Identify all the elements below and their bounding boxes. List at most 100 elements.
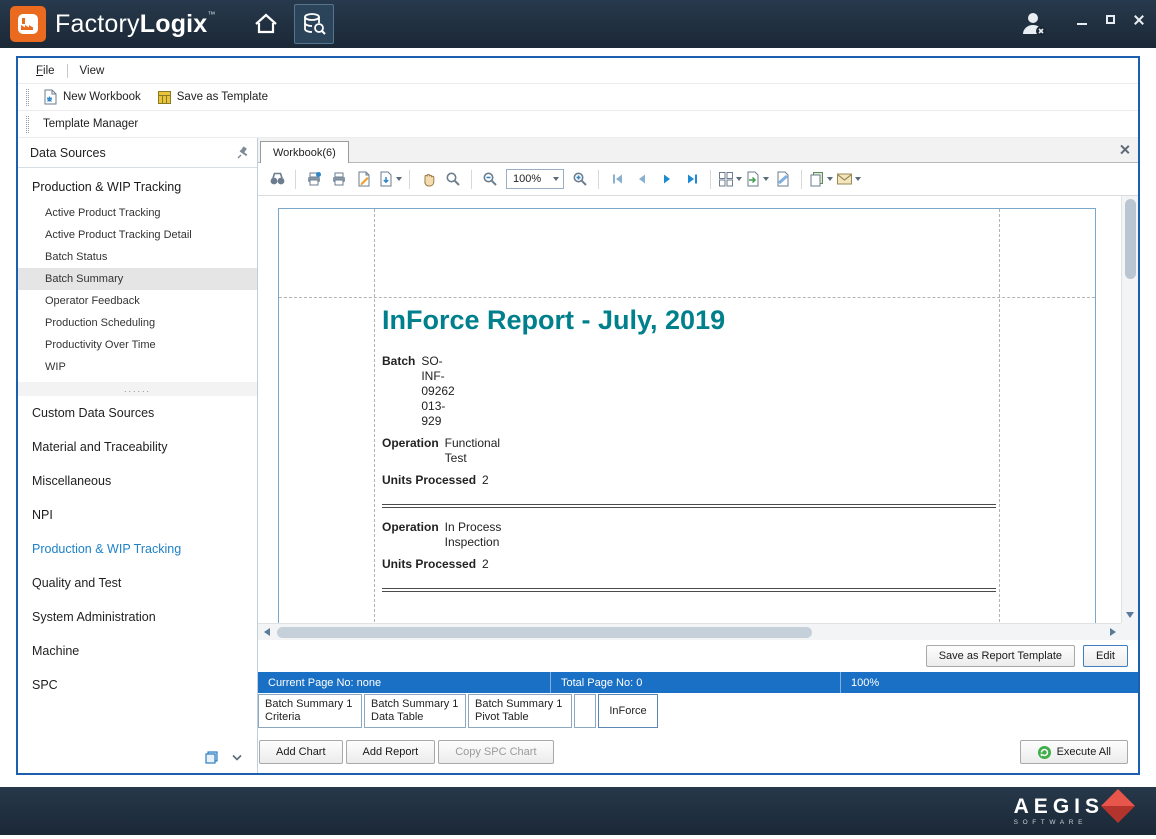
sidebar-category-machine[interactable]: Machine xyxy=(18,634,257,668)
data-sources-title: Data Sources xyxy=(30,146,106,160)
report-title: InForce Report - July, 2019 xyxy=(382,305,996,336)
next-page-button[interactable] xyxy=(656,168,678,190)
template-manager-button[interactable]: Template Manager xyxy=(35,116,146,132)
field-label: Batch xyxy=(382,354,415,429)
sidebar-item-batch-summary[interactable]: Batch Summary xyxy=(18,268,257,290)
export-document-icon xyxy=(745,171,761,187)
zoom-level-select[interactable]: 100% xyxy=(506,169,564,189)
report-field-row: Batch SO- INF- 09262 013- 929 xyxy=(382,354,996,429)
save-as-template-icon xyxy=(157,90,172,105)
preview-vertical-scrollbar[interactable] xyxy=(1121,196,1138,623)
workbook-tabstrip: Workbook(6) xyxy=(258,138,1138,163)
multiple-pages-dropdown[interactable] xyxy=(718,171,742,187)
toolbar-grip[interactable] xyxy=(26,89,29,106)
menu-view[interactable]: View xyxy=(72,62,113,80)
toolbar-grip[interactable] xyxy=(26,116,29,133)
copy-dropdown[interactable] xyxy=(809,171,833,187)
mail-icon xyxy=(836,172,853,186)
scroll-down-button[interactable] xyxy=(1122,606,1139,623)
zoom-level-value: 100% xyxy=(513,173,541,185)
save-as-template-label: Save as Template xyxy=(177,91,268,103)
footer: AEGIS SOFTWARE xyxy=(0,787,1156,835)
magnifier-tool-button[interactable] xyxy=(442,168,464,190)
data-analysis-button[interactable] xyxy=(294,4,334,44)
find-button[interactable] xyxy=(266,168,288,190)
workbook-tab[interactable]: Workbook(6) xyxy=(260,141,349,163)
nav-previous-icon xyxy=(636,173,648,185)
maximize-button[interactable] xyxy=(1104,13,1118,27)
sidebar-item-operator-feedback[interactable]: Operator Feedback xyxy=(18,290,257,312)
pin-icon[interactable] xyxy=(236,146,249,159)
field-value: 2 xyxy=(482,473,554,488)
chevron-down-icon[interactable] xyxy=(231,754,243,762)
hscroll-thumb[interactable] xyxy=(277,627,812,638)
send-mail-dropdown[interactable] xyxy=(836,172,861,186)
user-logout-button[interactable] xyxy=(1014,4,1054,44)
sidebar-category-material-and-traceability[interactable]: Material and Traceability xyxy=(18,430,257,464)
sheet-tab-inforce[interactable]: InForce xyxy=(598,694,658,728)
zoom-in-button[interactable] xyxy=(569,168,591,190)
previous-page-button[interactable] xyxy=(631,168,653,190)
close-button[interactable] xyxy=(1132,13,1146,27)
copy-spc-chart-button[interactable]: Copy SPC Chart xyxy=(438,740,553,764)
report-page: InForce Report - July, 2019 Batch SO- IN… xyxy=(278,208,1096,623)
field-value: In Process Inspection xyxy=(445,520,517,550)
vscroll-thumb[interactable] xyxy=(1125,199,1136,279)
field-value: Functional Test xyxy=(445,436,517,466)
preview-horizontal-scrollbar[interactable] xyxy=(258,623,1121,640)
zoom-out-icon xyxy=(482,171,498,187)
minimize-button[interactable] xyxy=(1076,13,1090,27)
watermark-button[interactable] xyxy=(772,168,794,190)
secondary-toolbar: Template Manager xyxy=(18,111,1138,138)
print-button[interactable] xyxy=(328,168,350,190)
menu-file[interactable]: File xyxy=(28,62,63,80)
sidebar-item-active-product-tracking[interactable]: Active Product Tracking xyxy=(18,202,257,224)
sidebar-category-quality-and-test[interactable]: Quality and Test xyxy=(18,566,257,600)
sidebar-category-npi[interactable]: NPI xyxy=(18,498,257,532)
add-chart-button[interactable]: Add Chart xyxy=(259,740,343,764)
first-page-button[interactable] xyxy=(606,168,628,190)
data-sources-panel: Data Sources Production & WIP Tracking A… xyxy=(18,138,258,773)
preview-toolbar: 100% xyxy=(258,163,1138,196)
sheet-tab-batch-summary-data-table[interactable]: Batch Summary 1 Data Table xyxy=(364,694,466,728)
page-setup-button[interactable] xyxy=(353,168,375,190)
stack-windows-icon[interactable] xyxy=(204,750,219,765)
sidebar-category-miscellaneous[interactable]: Miscellaneous xyxy=(18,464,257,498)
add-report-button[interactable]: Add Report xyxy=(346,740,436,764)
sheet-tab-batch-summary-criteria[interactable]: Batch Summary 1 Criteria xyxy=(258,694,362,728)
scroll-right-button[interactable] xyxy=(1104,624,1121,641)
field-label: Units Processed xyxy=(382,473,476,488)
last-page-button[interactable] xyxy=(681,168,703,190)
print-dialog-button[interactable] xyxy=(303,168,325,190)
hand-tool-button[interactable] xyxy=(417,168,439,190)
sidebar-category-system-administration[interactable]: System Administration xyxy=(18,600,257,634)
sidebar-category-spc[interactable]: SPC xyxy=(18,668,257,702)
export-document-dropdown[interactable] xyxy=(745,171,769,187)
save-as-report-template-button[interactable]: Save as Report Template xyxy=(926,645,1075,667)
home-button[interactable] xyxy=(246,4,286,44)
titlebar: FactoryLogix™ xyxy=(0,0,1156,48)
menu-separator xyxy=(67,64,68,78)
execute-refresh-icon xyxy=(1037,745,1052,760)
close-workbook-icon[interactable] xyxy=(1119,144,1130,155)
export-scale-dropdown[interactable] xyxy=(378,171,402,187)
execute-all-button[interactable]: Execute All xyxy=(1020,740,1128,764)
sidebar-item-production-scheduling[interactable]: Production Scheduling xyxy=(18,312,257,334)
sidebar-group-title[interactable]: Production & WIP Tracking xyxy=(18,168,257,202)
dropdown-caret-icon xyxy=(736,177,742,181)
sidebar-item-batch-status[interactable]: Batch Status xyxy=(18,246,257,268)
status-total-page: Total Page No: 0 xyxy=(550,672,840,693)
scroll-left-button[interactable] xyxy=(258,624,275,641)
aegis-software-text: SOFTWARE xyxy=(1014,819,1104,826)
zoom-out-button[interactable] xyxy=(479,168,501,190)
sidebar-category-production-wip-tracking[interactable]: Production & WIP Tracking xyxy=(18,532,257,566)
sidebar-item-active-product-tracking-detail[interactable]: Active Product Tracking Detail xyxy=(18,224,257,246)
sheet-tab-batch-summary-pivot-table[interactable]: Batch Summary 1 Pivot Table xyxy=(468,694,572,728)
save-as-template-button[interactable]: Save as Template xyxy=(149,88,276,107)
sidebar-item-productivity-over-time[interactable]: Productivity Over Time xyxy=(18,334,257,356)
edit-button[interactable]: Edit xyxy=(1083,645,1128,667)
new-workbook-button[interactable]: New Workbook xyxy=(35,87,149,107)
sidebar-item-wip[interactable]: WIP xyxy=(18,356,257,378)
sidebar-category-custom-data-sources[interactable]: Custom Data Sources xyxy=(18,396,257,430)
sidebar-splitter[interactable]: ...... xyxy=(18,382,257,396)
